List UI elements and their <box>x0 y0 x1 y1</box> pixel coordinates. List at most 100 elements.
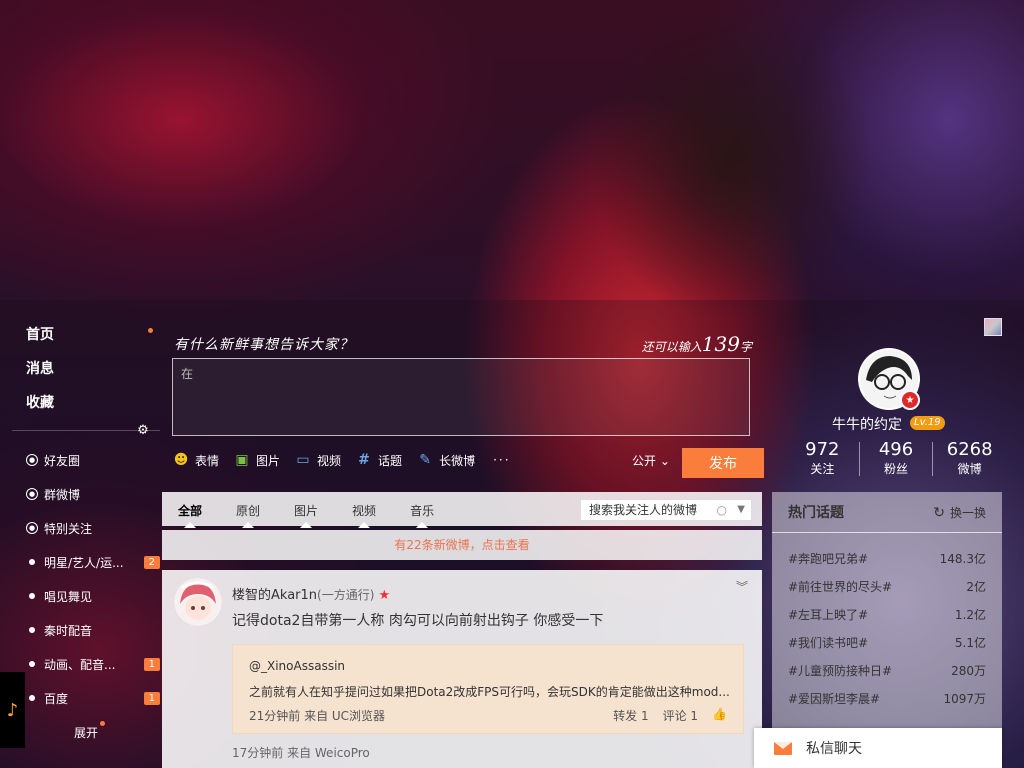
nav-group-special[interactable]: ● 特别关注 <box>26 518 160 538</box>
star-icon: ★ <box>378 588 391 603</box>
topic-count: 1.2亿 <box>954 608 986 622</box>
unread-badge: 2 <box>143 555 160 569</box>
post-avatar-illustration <box>174 578 222 626</box>
post-text: 记得dota2自带第一人称 肉勾可以向前射出钩子 你感受一下 <box>232 613 604 629</box>
hot-topic-item[interactable]: #奔跑吧兄弟# 148.3亿 <box>788 550 986 578</box>
more-tools-button[interactable]: ··· <box>493 453 510 467</box>
level-badge[interactable]: Lv.19 <box>910 416 945 430</box>
chevron-down-icon[interactable]: ︾ <box>736 578 748 595</box>
nav-home[interactable]: 首页 <box>26 324 54 344</box>
special-follow-icon: ● <box>26 522 38 534</box>
friends-circle-icon: ● <box>26 454 38 466</box>
topic-name[interactable]: #爱因斯坦李晨# <box>788 690 880 707</box>
topic-name[interactable]: #奔跑吧兄弟# <box>788 550 868 567</box>
publish-button[interactable]: 发布 <box>682 448 764 478</box>
nav-group-label: 百度 <box>44 691 69 706</box>
image-icon: ▣ <box>235 452 249 468</box>
repost-card[interactable]: @_XinoAssassin 之前就有人在知乎提问过如果把Dota2改成FPS可… <box>232 644 744 734</box>
composer-prompt: 有什么新鲜事想告诉大家？ <box>174 337 354 353</box>
nav-group-singers[interactable]: 唱见舞见 <box>26 586 160 606</box>
gear-icon[interactable]: ⚙ <box>136 424 150 438</box>
like-icon[interactable]: 👍 <box>712 707 727 724</box>
stat-number: 6268 <box>946 439 993 460</box>
profile-name[interactable]: 牛牛的约定 <box>832 414 902 434</box>
nav-group-qinshi[interactable]: 秦时配音 <box>26 620 160 640</box>
bullet-icon <box>29 627 35 633</box>
tab-music[interactable]: 音乐 <box>410 492 435 528</box>
hot-topics-list: #奔跑吧兄弟# 148.3亿 #前往世界的尽头# 2亿 #左耳上映了# 1.2亿 #我… <box>788 550 986 718</box>
nav-group-label: 动画、配音... <box>44 657 116 672</box>
profile-stats: 972 关注 496 粉丝 6268 微博 <box>790 440 1002 477</box>
mail-icon <box>774 741 792 755</box>
stat-number: 972 <box>805 439 840 460</box>
profile-card: ★ 牛牛的约定 Lv.19 972 关注 496 粉丝 6268 微博 <box>770 318 1002 488</box>
stat-divider <box>932 442 934 476</box>
topic-name[interactable]: #前往世界的尽头# <box>788 578 892 595</box>
repost-forward-button[interactable]: 转发 1 <box>613 707 648 724</box>
nav-group-weibo[interactable]: ● 群微博 <box>26 484 160 504</box>
post-author[interactable]: 楼智的Akar1n(一方通行) ★ <box>232 584 390 603</box>
expand-groups-link[interactable]: 展开 <box>74 724 98 741</box>
bullet-icon <box>29 559 35 565</box>
emoji-button[interactable]: ☻ 表情 <box>172 451 219 469</box>
long-weibo-button[interactable]: ✎ 长微博 <box>416 451 475 469</box>
compose-textarea[interactable]: 在 <box>172 358 750 436</box>
nav-group-label: 好友圈 <box>44 453 81 468</box>
feed-tabs-bar: 全部 原创 图片 视频 音乐 搜索我关注人的微博 ○ ▼ <box>162 492 762 528</box>
tab-caret <box>300 522 313 528</box>
hot-topic-item[interactable]: #前往世界的尽头# 2亿 <box>788 578 986 606</box>
visibility-select[interactable]: 公开 ⌄ <box>632 452 670 469</box>
tab-caret <box>358 522 371 528</box>
char-counter-prefix: 还可以输入 <box>641 340 702 354</box>
char-counter: 还可以输入139字 <box>642 332 752 356</box>
stat-weibo[interactable]: 6268 微博 <box>937 440 1002 477</box>
nav-messages[interactable]: 消息 <box>26 358 54 378</box>
topic-count: 148.3亿 <box>939 552 986 566</box>
private-chat-bar[interactable]: 私信聊天 <box>754 728 1002 768</box>
topic-button[interactable]: # 话题 <box>355 451 402 469</box>
topic-name[interactable]: #我们读书吧# <box>788 634 868 651</box>
tab-caret <box>184 522 196 528</box>
group-icon: ● <box>26 488 38 500</box>
tab-videos[interactable]: 视频 <box>352 492 376 528</box>
skin-settings-icon[interactable] <box>984 318 1002 336</box>
search-icon[interactable]: ○ <box>717 500 727 520</box>
hot-topic-item[interactable]: #爱因斯坦李晨# 1097万 <box>788 690 986 718</box>
tab-images[interactable]: 图片 <box>294 492 318 528</box>
long-weibo-icon: ✎ <box>419 452 431 468</box>
tab-label: 音乐 <box>410 504 435 518</box>
hot-topic-item[interactable]: #儿童预防接种日# 280万 <box>788 662 986 690</box>
repost-comment-button[interactable]: 评论 1 <box>663 707 698 724</box>
composer: 有什么新鲜事想告诉大家？ 还可以输入139字 在 ☻ 表情 ▣ 图片 ▭ 视频 … <box>160 318 764 493</box>
stat-followers[interactable]: 496 粉丝 <box>864 440 929 477</box>
nav-group-label: 特别关注 <box>44 521 93 536</box>
stat-following[interactable]: 972 关注 <box>790 440 855 477</box>
verified-badge-icon: ★ <box>900 390 920 410</box>
post-avatar[interactable] <box>174 578 222 626</box>
hot-topic-item[interactable]: #左耳上映了# 1.2亿 <box>788 606 986 634</box>
nav-group-anime[interactable]: 动画、配音... 1 <box>26 654 160 674</box>
repost-user[interactable]: @_XinoAssassin <box>249 659 345 673</box>
chevron-down-icon[interactable]: ▼ <box>737 500 745 520</box>
feed-search-input[interactable]: 搜索我关注人的微博 ○ ▼ <box>580 499 752 521</box>
video-button[interactable]: ▭ 视频 <box>294 451 341 469</box>
nav-favorites[interactable]: 收藏 <box>26 392 54 412</box>
visibility-label: 公开 <box>632 454 657 468</box>
nav-group-stars[interactable]: 明星/艺人/运... 2 <box>26 552 160 572</box>
topic-name[interactable]: #左耳上映了# <box>788 606 868 623</box>
expand-dot <box>100 721 105 726</box>
post-author-via: (一方通行) <box>317 588 375 602</box>
image-button[interactable]: ▣ 图片 <box>233 451 280 469</box>
bullet-icon <box>29 661 35 667</box>
tab-all[interactable]: 全部 <box>178 492 202 528</box>
refresh-topics-button[interactable]: ↻ 换一换 <box>933 504 986 521</box>
bullet-icon <box>29 593 35 599</box>
music-player-icon[interactable]: ♪ <box>0 672 25 748</box>
topic-name[interactable]: #儿童预防接种日# <box>788 662 892 679</box>
nav-group-friends[interactable]: ● 好友圈 <box>26 450 160 470</box>
hot-topic-item[interactable]: #我们读书吧# 5.1亿 <box>788 634 986 662</box>
stat-number: 496 <box>878 439 914 460</box>
new-posts-notice[interactable]: 有22条新微博，点击查看 <box>162 530 762 560</box>
tab-original[interactable]: 原创 <box>236 492 260 528</box>
nav-group-baidu[interactable]: 百度 1 <box>26 688 160 708</box>
